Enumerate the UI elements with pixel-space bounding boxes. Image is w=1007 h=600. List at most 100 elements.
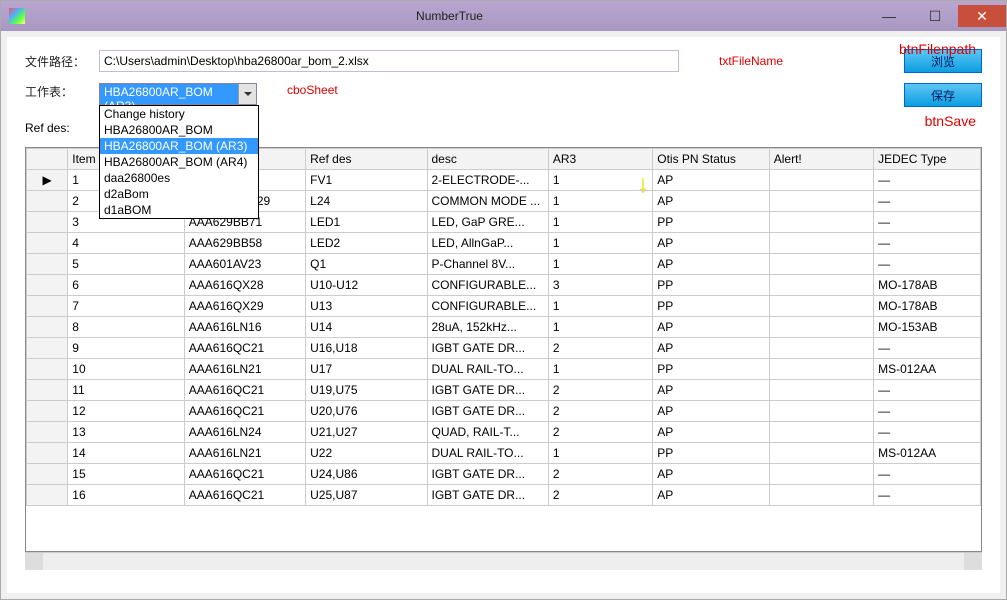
cell-otis[interactable]: AP xyxy=(653,401,770,422)
cell-ar3[interactable]: 1 xyxy=(548,170,652,191)
cell-alert[interactable] xyxy=(769,380,873,401)
cell-alert[interactable] xyxy=(769,212,873,233)
cell-alert[interactable] xyxy=(769,359,873,380)
cell-otis[interactable]: PP xyxy=(653,212,770,233)
cell-ar3[interactable]: 1 xyxy=(548,296,652,317)
minimize-button[interactable]: — xyxy=(866,5,912,27)
table-row[interactable]: 12AAA616QC21U20,U76IGBT GATE DR...2AP— xyxy=(27,401,981,422)
cell-otis[interactable]: PP xyxy=(653,296,770,317)
col-ref[interactable]: Ref des xyxy=(306,149,427,170)
cell-alert[interactable] xyxy=(769,401,873,422)
table-row[interactable]: 7AAA616QX29U13CONFIGURABLE...1PPMO-178AB xyxy=(27,296,981,317)
table-row[interactable]: 4AAA629BB58LED2LED, AllnGaP...1AP— xyxy=(27,233,981,254)
cell-desc[interactable]: P-Channel 8V... xyxy=(427,254,548,275)
cell-alert[interactable] xyxy=(769,170,873,191)
cell-ar3[interactable]: 2 xyxy=(548,464,652,485)
table-row[interactable]: 8AAA616LN16U1428uA, 152kHz...1APMO-153AB xyxy=(27,317,981,338)
cell-jedec[interactable]: — xyxy=(874,338,981,359)
cell-ref[interactable]: FV1 xyxy=(306,170,427,191)
cell-ref[interactable]: U22 xyxy=(306,443,427,464)
cell-pn[interactable]: AAA601AV23 xyxy=(184,254,305,275)
col-ar3[interactable]: AR3 xyxy=(548,149,652,170)
cell-jedec[interactable]: MS-012AA xyxy=(874,359,981,380)
cell-ref[interactable]: U13 xyxy=(306,296,427,317)
cell-ar3[interactable]: 1 xyxy=(548,254,652,275)
cell-ref[interactable]: LED1 xyxy=(306,212,427,233)
table-row[interactable]: 11AAA616QC21U19,U75IGBT GATE DR...2AP— xyxy=(27,380,981,401)
cell-alert[interactable] xyxy=(769,191,873,212)
col-otis[interactable]: Otis PN Status xyxy=(653,149,770,170)
cell-ar3[interactable]: 1 xyxy=(548,191,652,212)
cell-item[interactable]: 12 xyxy=(68,401,185,422)
sheet-dropdown[interactable]: Change historyHBA26800AR_BOMHBA26800AR_B… xyxy=(99,105,259,219)
cell-jedec[interactable]: — xyxy=(874,254,981,275)
cell-desc[interactable]: IGBT GATE DR... xyxy=(427,485,548,506)
cell-alert[interactable] xyxy=(769,443,873,464)
cell-ar3[interactable]: 2 xyxy=(548,422,652,443)
col-desc[interactable]: desc xyxy=(427,149,548,170)
cell-alert[interactable] xyxy=(769,233,873,254)
cell-ar3[interactable]: 1 xyxy=(548,233,652,254)
cell-item[interactable]: 16 xyxy=(68,485,185,506)
col-jedec[interactable]: JEDEC Type xyxy=(874,149,981,170)
table-row[interactable]: 15AAA616QC21U24,U86IGBT GATE DR...2AP— xyxy=(27,464,981,485)
cell-otis[interactable]: AP xyxy=(653,254,770,275)
table-row[interactable]: 10AAA616LN21U17DUAL RAIL-TO...1PPMS-012A… xyxy=(27,359,981,380)
cell-jedec[interactable]: — xyxy=(874,422,981,443)
cell-ar3[interactable]: 2 xyxy=(548,380,652,401)
cell-item[interactable]: 9 xyxy=(68,338,185,359)
cell-otis[interactable]: PP xyxy=(653,275,770,296)
cell-desc[interactable]: DUAL RAIL-TO... xyxy=(427,443,548,464)
dropdown-item[interactable]: HBA26800AR_BOM (AR3) xyxy=(100,138,258,154)
cell-pn[interactable]: AAA616LN16 xyxy=(184,317,305,338)
cell-ar3[interactable]: 1 xyxy=(548,212,652,233)
cell-item[interactable]: 8 xyxy=(68,317,185,338)
sheet-combo[interactable]: HBA26800AR_BOM (AR3) Change historyHBA26… xyxy=(99,83,257,105)
dropdown-item[interactable]: HBA26800AR_BOM (AR4) xyxy=(100,154,258,170)
cell-item[interactable]: 10 xyxy=(68,359,185,380)
cell-pn[interactable]: AAA616QX29 xyxy=(184,296,305,317)
cell-ref[interactable]: U24,U86 xyxy=(306,464,427,485)
cell-desc[interactable]: 2-ELECTRODE-... xyxy=(427,170,548,191)
cell-jedec[interactable]: — xyxy=(874,464,981,485)
cell-ref[interactable]: Q1 xyxy=(306,254,427,275)
cell-jedec[interactable]: — xyxy=(874,485,981,506)
cell-jedec[interactable]: — xyxy=(874,380,981,401)
cell-jedec[interactable]: MS-012AA xyxy=(874,443,981,464)
cell-item[interactable]: 5 xyxy=(68,254,185,275)
cell-ref[interactable]: U10-U12 xyxy=(306,275,427,296)
cell-jedec[interactable]: — xyxy=(874,191,981,212)
table-row[interactable]: 9AAA616QC21U16,U18IGBT GATE DR...2AP— xyxy=(27,338,981,359)
cell-desc[interactable]: DUAL RAIL-TO... xyxy=(427,359,548,380)
cell-alert[interactable] xyxy=(769,254,873,275)
cell-ar3[interactable]: 2 xyxy=(548,401,652,422)
cell-item[interactable]: 4 xyxy=(68,233,185,254)
cell-otis[interactable]: AP xyxy=(653,191,770,212)
dropdown-item[interactable]: d2aBom xyxy=(100,186,258,202)
cell-jedec[interactable]: MO-178AB xyxy=(874,275,981,296)
cell-desc[interactable]: CONFIGURABLE... xyxy=(427,296,548,317)
cell-jedec[interactable]: — xyxy=(874,170,981,191)
chevron-down-icon[interactable] xyxy=(238,84,256,104)
cell-ref[interactable]: U19,U75 xyxy=(306,380,427,401)
cell-otis[interactable]: PP xyxy=(653,359,770,380)
col-alert[interactable]: Alert! xyxy=(769,149,873,170)
table-row[interactable]: 14AAA616LN21U22DUAL RAIL-TO...1PPMS-012A… xyxy=(27,443,981,464)
cell-item[interactable]: 13 xyxy=(68,422,185,443)
cell-desc[interactable]: IGBT GATE DR... xyxy=(427,338,548,359)
cell-otis[interactable]: AP xyxy=(653,338,770,359)
maximize-button[interactable]: ☐ xyxy=(912,5,958,27)
horizontal-scrollbar[interactable] xyxy=(25,552,982,570)
cell-ref[interactable]: U14 xyxy=(306,317,427,338)
cell-otis[interactable]: AP xyxy=(653,170,770,191)
cell-alert[interactable] xyxy=(769,464,873,485)
cell-ar3[interactable]: 2 xyxy=(548,338,652,359)
cell-alert[interactable] xyxy=(769,317,873,338)
cell-otis[interactable]: AP xyxy=(653,233,770,254)
cell-jedec[interactable]: — xyxy=(874,212,981,233)
cell-desc[interactable]: QUAD, RAIL-T... xyxy=(427,422,548,443)
cell-desc[interactable]: LED, GaP GRE... xyxy=(427,212,548,233)
cell-desc[interactable]: 28uA, 152kHz... xyxy=(427,317,548,338)
cell-pn[interactable]: AAA616QX28 xyxy=(184,275,305,296)
cell-ref[interactable]: L24 xyxy=(306,191,427,212)
